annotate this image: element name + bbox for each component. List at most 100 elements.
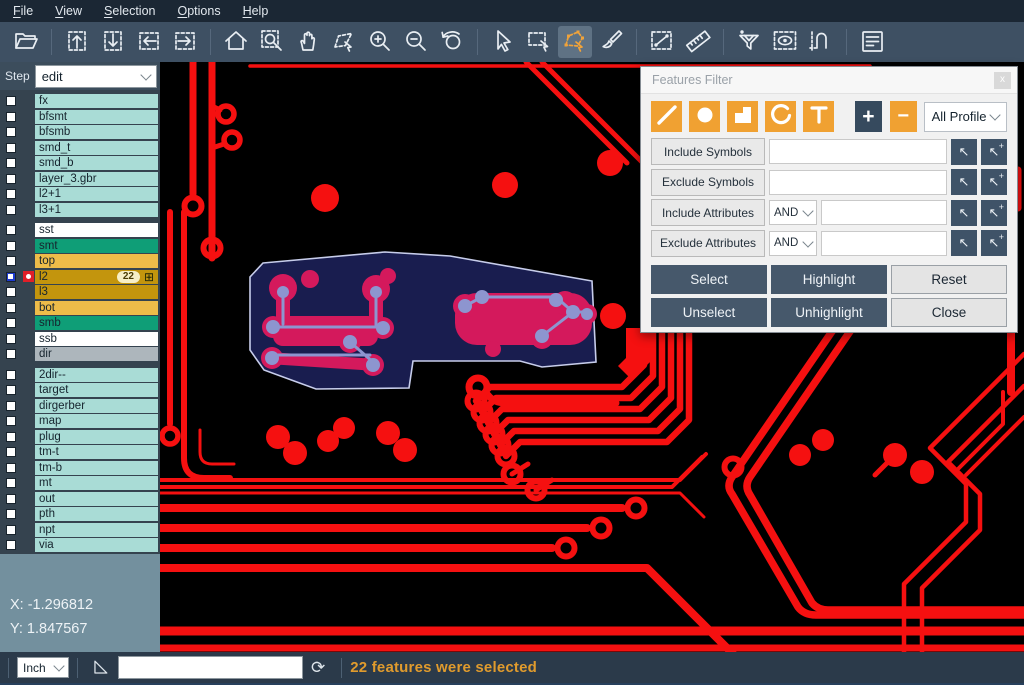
measure-button[interactable] [645, 26, 679, 58]
include-symbols-input[interactable] [769, 139, 947, 164]
layer-checkbox[interactable] [6, 416, 16, 426]
menu-file[interactable]: File [2, 2, 44, 20]
close-icon[interactable]: x [994, 72, 1011, 89]
layer-label[interactable]: map [35, 414, 158, 428]
reset-button[interactable]: Reset [891, 265, 1007, 294]
line-feature-button[interactable] [651, 101, 682, 132]
highlight-button[interactable]: Highlight [771, 265, 887, 294]
menu-view[interactable]: View [44, 2, 93, 20]
layer-label[interactable]: l3 [35, 285, 158, 299]
export-left-button[interactable] [132, 26, 166, 58]
include-symbols-button[interactable]: Include Symbols [651, 138, 765, 165]
layer-row-smb[interactable]: smb [0, 316, 160, 330]
exclude-attributes-input[interactable] [821, 231, 947, 256]
layer-label[interactable]: bfsmb [35, 125, 158, 139]
menu-options[interactable]: Options [166, 2, 231, 20]
menu-help[interactable]: Help [232, 2, 280, 20]
pick-from-canvas-button[interactable]: ↖ [951, 230, 977, 256]
layer-label[interactable]: bot [35, 301, 158, 315]
layer-checkbox[interactable] [6, 494, 16, 504]
layer-checkbox[interactable] [6, 334, 16, 344]
layer-label[interactable]: top [35, 254, 158, 268]
angle-measure-icon[interactable] [88, 656, 112, 680]
dialog-title-bar[interactable]: Features Filter x [641, 67, 1017, 94]
close-button[interactable]: Close [891, 298, 1007, 327]
zoom-polygon-button[interactable] [327, 26, 361, 58]
pick-from-canvas-button[interactable]: ↖ [951, 200, 977, 226]
layer-checkbox[interactable] [6, 432, 16, 442]
layer-checkbox[interactable] [6, 143, 16, 153]
layer-checkbox[interactable] [6, 318, 16, 328]
layer-checkbox[interactable] [6, 509, 16, 519]
layer-row-l2[interactable]: l222⊞ [0, 270, 160, 284]
export-up-button[interactable] [60, 26, 94, 58]
command-input[interactable] [118, 656, 303, 679]
layer-label[interactable]: smb [35, 316, 158, 330]
layer-label[interactable]: smd_t [35, 141, 158, 155]
layer-row-map[interactable]: map [0, 414, 160, 428]
snap-button[interactable] [804, 26, 838, 58]
zoom-in-button[interactable] [363, 26, 397, 58]
layer-checkbox[interactable] [6, 525, 16, 535]
layer-label[interactable]: fx [35, 94, 158, 108]
pick-add-from-canvas-button[interactable]: ↖+ [981, 169, 1007, 195]
exclude-symbols-input[interactable] [769, 170, 947, 195]
layer-row-via[interactable]: via [0, 538, 160, 552]
exclude-attributes-button[interactable]: Exclude Attributes [651, 230, 765, 257]
zoom-previous-button[interactable] [435, 26, 469, 58]
layer-row-l3[interactable]: l3 [0, 285, 160, 299]
refresh-icon[interactable]: ⟳ [311, 659, 325, 676]
home-button[interactable] [219, 26, 253, 58]
layer-checkbox[interactable] [6, 349, 16, 359]
layer-label[interactable]: tm-b [35, 461, 158, 475]
surface-feature-button[interactable] [727, 101, 758, 132]
layer-checkbox[interactable] [6, 370, 16, 380]
select-cursor-button[interactable] [486, 26, 520, 58]
include-attributes-operator-select[interactable]: AND [769, 200, 817, 225]
export-right-button[interactable] [168, 26, 202, 58]
layer-checkbox[interactable] [6, 272, 16, 282]
layer-label[interactable]: bfsmt [35, 110, 158, 124]
layer-label[interactable]: l222⊞ [35, 270, 158, 284]
layer-label[interactable]: layer_3.gbr [35, 172, 158, 186]
zoom-area-button[interactable] [255, 26, 289, 58]
layer-row-dirgerber[interactable]: dirgerber [0, 399, 160, 413]
layer-row-l3+1[interactable]: l3+1 [0, 203, 160, 217]
mass-brush-button[interactable] [594, 26, 628, 58]
unit-select[interactable]: Inch [17, 657, 69, 678]
layer-row-tm-b[interactable]: tm-b [0, 461, 160, 475]
layer-label[interactable]: l2+1 [35, 187, 158, 201]
layer-label[interactable]: ssb [35, 332, 158, 346]
layer-row-ssb[interactable]: ssb [0, 332, 160, 346]
unselect-button[interactable]: Unselect [651, 298, 767, 327]
layer-checkbox[interactable] [6, 303, 16, 313]
exclude-symbols-button[interactable]: Exclude Symbols [651, 169, 765, 196]
layer-row-pth[interactable]: pth [0, 507, 160, 521]
layer-label[interactable]: smd_b [35, 156, 158, 170]
layer-checkbox[interactable] [6, 385, 16, 395]
arc-feature-button[interactable] [765, 101, 796, 132]
layer-row-mt[interactable]: mt [0, 476, 160, 490]
layer-row-bfsmt[interactable]: bfsmt [0, 110, 160, 124]
layer-label[interactable]: mt [35, 476, 158, 490]
layer-label[interactable]: via [35, 538, 158, 552]
layer-row-sst[interactable]: sst [0, 223, 160, 237]
layer-label[interactable]: out [35, 492, 158, 506]
exclude-attributes-operator-select[interactable]: AND [769, 231, 817, 256]
layer-label[interactable]: npt [35, 523, 158, 537]
layer-checkbox[interactable] [6, 463, 16, 473]
ruler-button[interactable] [681, 26, 715, 58]
include-attributes-button[interactable]: Include Attributes [651, 199, 765, 226]
layer-row-target[interactable]: target [0, 383, 160, 397]
pick-from-canvas-button[interactable]: ↖ [951, 169, 977, 195]
pick-add-from-canvas-button[interactable]: ↖+ [981, 200, 1007, 226]
include-attributes-input[interactable] [821, 200, 947, 225]
layer-checkbox[interactable] [6, 158, 16, 168]
layers-panel-button[interactable] [855, 26, 889, 58]
layer-label[interactable]: smt [35, 239, 158, 253]
layer-row-fx[interactable]: fx [0, 94, 160, 108]
layer-row-tm-t[interactable]: tm-t [0, 445, 160, 459]
layer-checkbox[interactable] [6, 287, 16, 297]
pad-feature-button[interactable] [689, 101, 720, 132]
layer-checkbox[interactable] [6, 401, 16, 411]
